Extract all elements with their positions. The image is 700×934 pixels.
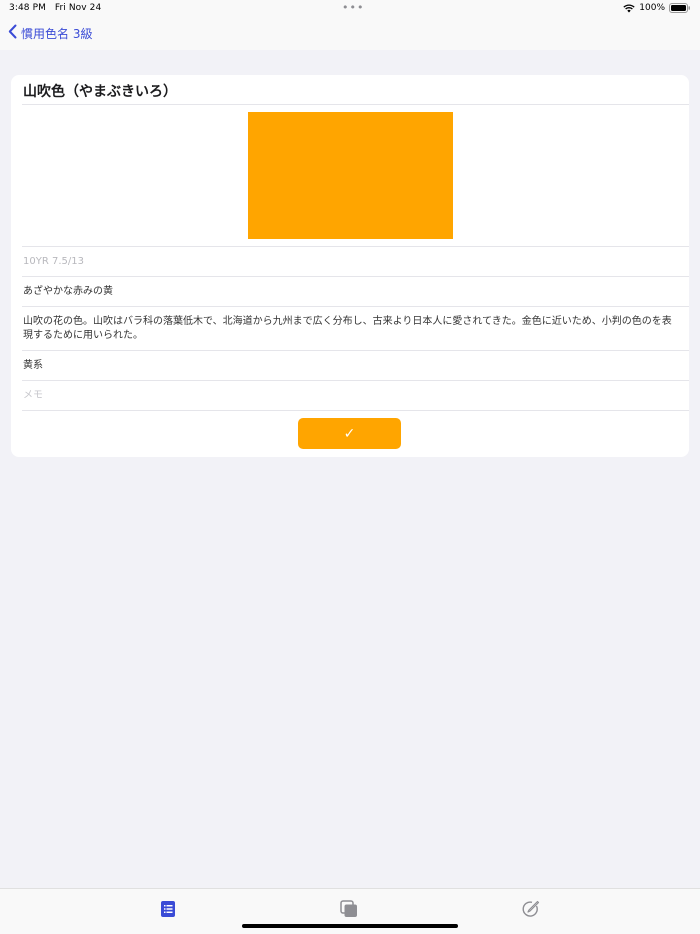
status-bar: 3:48 PM Fri Nov 24 ••• 100%	[0, 0, 700, 18]
divider	[22, 246, 689, 247]
short-description: あざやかな赤みの黄	[23, 286, 113, 297]
color-swatch	[248, 112, 453, 239]
chevron-left-icon	[8, 24, 17, 42]
status-time-value: 3:48 PM	[9, 3, 46, 13]
divider	[22, 410, 689, 411]
long-description: 山吹の花の色。山吹はバラ科の落葉低木で、北海道から九州まで広く分布し、古来より日…	[23, 316, 672, 341]
memo-field[interactable]: メモ	[23, 389, 673, 403]
munsell-value: 10YR 7.5/13	[23, 256, 84, 267]
color-name-title: 山吹色（やまぶきいろ）	[23, 84, 177, 100]
color-detail-card: 山吹色（やまぶきいろ） 10YR 7.5/13 あざやかな赤みの黄 山吹の花の色…	[11, 75, 689, 457]
status-right: 100%	[623, 3, 691, 13]
status-date: Fri Nov 24	[54, 3, 102, 13]
divider	[22, 350, 689, 351]
tab-edit[interactable]	[520, 899, 540, 919]
pencil-circle-icon	[522, 900, 540, 917]
color-category: 黄系	[23, 360, 43, 371]
home-indicator[interactable]	[242, 924, 458, 928]
list-icon	[161, 901, 175, 917]
divider	[22, 276, 689, 277]
divider	[22, 380, 689, 381]
wifi-icon	[623, 3, 635, 13]
back-button[interactable]: 慣用色名 3級	[8, 24, 92, 42]
divider	[22, 306, 689, 307]
divider	[22, 104, 689, 105]
multitasking-dots[interactable]: •••	[342, 1, 364, 14]
status-time: 3:48 PM Fri Nov 24	[9, 3, 101, 13]
stack-icon	[340, 900, 357, 917]
battery-icon	[669, 3, 691, 13]
navigation-bar: 慣用色名 3級	[0, 18, 700, 50]
confirm-button[interactable]: ✓	[298, 418, 401, 449]
screen: 3:48 PM Fri Nov 24 ••• 100% 慣用色名 3級 山吹色（…	[0, 0, 700, 934]
back-button-label: 慣用色名 3級	[21, 26, 93, 41]
tab-list[interactable]	[158, 899, 178, 919]
tab-stack[interactable]	[339, 899, 359, 919]
checkmark-icon: ✓	[343, 425, 356, 442]
battery-percent: 100%	[639, 3, 665, 13]
